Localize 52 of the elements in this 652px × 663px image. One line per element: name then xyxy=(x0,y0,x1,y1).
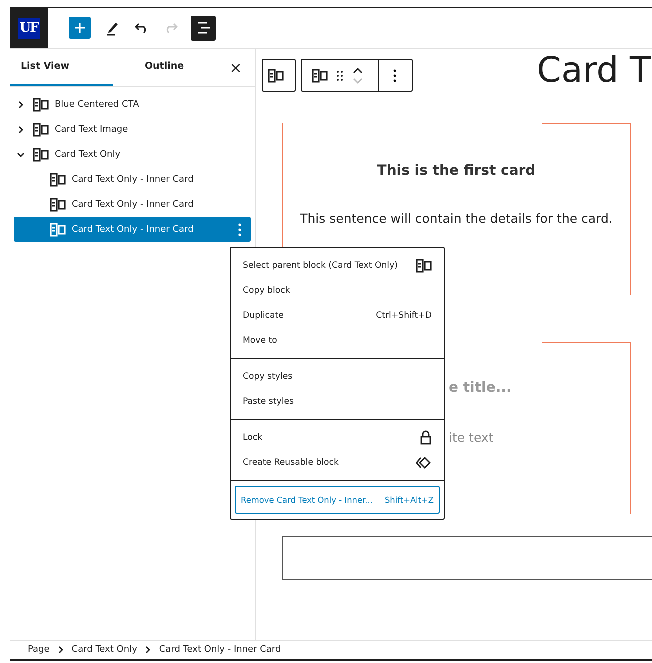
tab[interactable]: List View xyxy=(10,49,113,86)
block-icon xyxy=(312,68,328,82)
tree-item[interactable]: Card Text Only xyxy=(14,142,251,167)
logo[interactable]: UF xyxy=(10,8,48,48)
drag-handle-icon[interactable] xyxy=(336,70,344,82)
menu-item[interactable]: Create Reusable block xyxy=(235,450,440,475)
block-icon xyxy=(33,122,49,136)
more-options-icon[interactable] xyxy=(393,68,397,82)
tree-item[interactable]: Blue Centered CTA xyxy=(14,92,251,117)
card-text: This sentence will contain the details for the card. xyxy=(300,211,613,226)
block-icon xyxy=(50,222,66,236)
menu-item[interactable]: Paste styles xyxy=(235,389,440,414)
reusable-block-icon xyxy=(416,456,432,468)
breadcrumb-link[interactable]: Page xyxy=(28,645,50,655)
menu-item[interactable]: Remove Card Text Only - Inner... Shift+Alt+Z xyxy=(235,486,440,514)
add-block-button[interactable] xyxy=(69,17,91,39)
chevron-right-icon[interactable] xyxy=(17,126,25,134)
tree-item[interactable]: Card Text Only - Inner Card xyxy=(14,167,251,192)
block-icon xyxy=(268,68,284,82)
chevron-right-icon[interactable] xyxy=(17,100,25,108)
tree-item[interactable]: Card Text Only - Inner Card xyxy=(14,192,251,217)
undo-icon[interactable] xyxy=(135,22,149,34)
menu-item[interactable]: Duplicate Ctrl+Shift+D xyxy=(235,303,440,328)
block-icon xyxy=(50,172,66,186)
tree-item[interactable]: Card Text Image xyxy=(14,117,251,142)
tab[interactable]: Outline xyxy=(113,49,216,86)
chevron-down-icon[interactable] xyxy=(17,150,25,158)
menu-item[interactable]: Copy styles xyxy=(235,364,440,389)
block-icon xyxy=(33,148,49,162)
menu-item[interactable]: Lock xyxy=(235,425,440,450)
plus-icon xyxy=(74,22,86,34)
breadcrumb-link[interactable]: Card Text Only xyxy=(72,645,138,655)
block-icon xyxy=(33,98,49,112)
menu-item[interactable]: Move to xyxy=(235,328,440,353)
breadcrumb-link[interactable]: Card Text Only - Inner Card xyxy=(159,645,282,655)
pencil-icon[interactable] xyxy=(106,20,120,36)
parent-block-button[interactable] xyxy=(262,59,296,92)
block-icon xyxy=(416,258,432,272)
card-title: This is the first card xyxy=(377,163,536,179)
list-view-icon xyxy=(196,21,210,35)
menu-item[interactable]: Select parent block (Card Text Only) xyxy=(235,253,440,278)
chevron-right-icon xyxy=(58,646,64,654)
list-view-button[interactable] xyxy=(191,16,216,40)
page-title: Card T xyxy=(537,51,652,91)
menu-item[interactable]: Copy block xyxy=(235,278,440,303)
lock-icon xyxy=(420,430,432,445)
chevron-right-icon xyxy=(145,646,152,654)
card-text: ite text xyxy=(449,430,494,445)
close-button[interactable]: × xyxy=(223,49,249,86)
card-title: e title... xyxy=(449,380,512,396)
tree-item[interactable]: Card Text Only - Inner Card xyxy=(14,217,251,242)
block-icon xyxy=(50,198,66,212)
